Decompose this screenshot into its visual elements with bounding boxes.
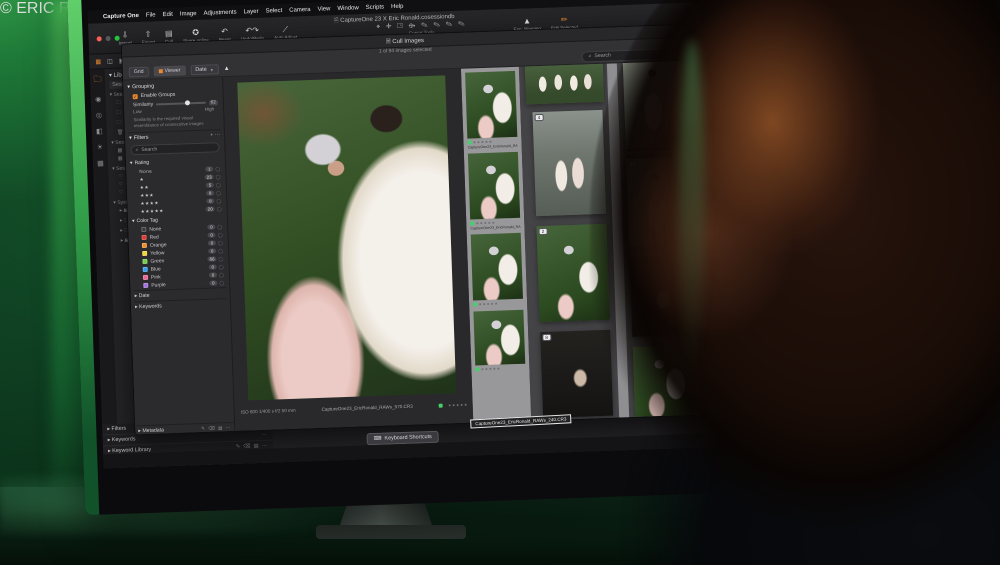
- viewer-info-bar: ISO 800 1/400 s f/2 50 mm CaptureOne23_E…: [241, 402, 467, 415]
- trash-icon: 🗑: [117, 130, 124, 136]
- grid-view-icon[interactable]: ▦: [95, 58, 101, 65]
- reset-icon: ↶: [221, 28, 228, 36]
- document-icon: 🗎: [386, 39, 391, 45]
- exif-readout: ISO 800 1/400 s f/2 50 mm: [241, 408, 296, 415]
- menu-window[interactable]: Window: [337, 5, 359, 12]
- menu-help[interactable]: Help: [391, 3, 404, 9]
- color-swatch: [143, 283, 148, 288]
- edit-selected-icon: ✏: [561, 16, 568, 24]
- group-count-badge: 4: [535, 114, 544, 121]
- thumbnail-photo[interactable]: [471, 233, 523, 301]
- person-rim-light: [679, 40, 705, 370]
- thumbnail-photo[interactable]: [465, 71, 517, 139]
- group-count-badge: 8: [542, 334, 551, 341]
- keyboard-icon: ⌨: [374, 436, 382, 442]
- undo-redo-icon: ↶↷: [245, 27, 259, 35]
- color-swatch: [142, 259, 147, 264]
- section-tools-icons[interactable]: ⋯: [261, 432, 267, 438]
- heart-icon: ♡: [119, 190, 124, 196]
- album-icon: ▦: [117, 148, 122, 154]
- heart-icon: ♡: [118, 174, 123, 180]
- color-swatch: [143, 267, 148, 272]
- group-count-badge: 2: [539, 228, 548, 235]
- person-shoulder: [480, 345, 1000, 565]
- folder-icon: 🗀: [116, 120, 121, 128]
- document-icon: 🗎: [334, 18, 339, 24]
- heart-icon: ♡: [119, 182, 124, 188]
- menu-view[interactable]: View: [317, 6, 330, 12]
- monitor-stand-base: [316, 525, 466, 539]
- similarity-value: 62: [209, 100, 219, 105]
- similarity-high-label: High: [205, 106, 215, 111]
- cull-viewer-toggle[interactable]: Viewer: [153, 65, 185, 76]
- export-icon: ⇧: [145, 31, 152, 39]
- cull-icon: ▤: [165, 30, 173, 38]
- sort-warning-icon: ▲: [224, 66, 230, 72]
- menu-image[interactable]: Image: [180, 10, 197, 17]
- thumbnail-filename: CaptureOne23_EricRonald_RAWs_598.CR3: [468, 144, 518, 150]
- cull-grid-toggle[interactable]: Grid: [129, 67, 149, 78]
- filmstrip-thumbnail[interactable]: [471, 233, 524, 308]
- cull-viewer-area: ISO 800 1/400 s f/2 50 mm CaptureOne23_E…: [223, 69, 473, 433]
- menu-select[interactable]: Select: [265, 7, 282, 14]
- viewer-active-icon: [159, 69, 163, 73]
- selected-photo[interactable]: [237, 75, 456, 400]
- multi-view-icon[interactable]: ◫: [107, 57, 113, 64]
- grouping-panel: ▾ Grouping ✓ Enable Groups Similarity 62…: [123, 77, 235, 435]
- add-filter-icon[interactable]: + ⋯: [210, 132, 220, 138]
- thumbnail-filename: CaptureOne23_EricRonald_RAWs_600.CR3: [470, 225, 520, 231]
- menu-file[interactable]: File: [146, 12, 156, 18]
- menu-edit[interactable]: Edit: [162, 11, 173, 17]
- album-icon: ▦: [118, 156, 123, 162]
- metadata-tools-icons[interactable]: ✎ ⌫ ▤ ⋯: [201, 425, 231, 432]
- thumbnail-photo[interactable]: [468, 152, 520, 220]
- color-swatch: [141, 227, 146, 232]
- chevron-down-icon: ▼: [210, 67, 214, 72]
- rating-dots[interactable]: [447, 402, 467, 408]
- green-color-tag-icon[interactable]: [439, 403, 443, 407]
- filters-header[interactable]: ▾ Filters + ⋯: [128, 130, 221, 143]
- similarity-low-label: Low: [133, 109, 142, 114]
- close-window-button[interactable]: [97, 36, 102, 41]
- filters-search-input[interactable]: ⌕Search: [130, 142, 219, 155]
- filmstrip-thumbnail[interactable]: CaptureOne23_EricRonald_RAWs_600.CR3: [468, 152, 521, 231]
- color-swatch: [142, 251, 147, 256]
- menu-scripts[interactable]: Scripts: [366, 4, 385, 11]
- similarity-slider[interactable]: [156, 102, 205, 106]
- menu-layer[interactable]: Layer: [243, 8, 258, 15]
- search-icon: ⌕: [588, 53, 591, 60]
- color-tab-icon[interactable]: ◧: [96, 127, 103, 135]
- filmstrip-thumbnail[interactable]: CaptureOne23_EricRonald_RAWs_598.CR3: [465, 71, 518, 150]
- folder-icon: 🗀: [116, 110, 121, 118]
- menu-adjustments[interactable]: Adjustments: [203, 9, 236, 16]
- folder-icon: 🗀: [116, 100, 121, 108]
- keywords-filter-section[interactable]: ▸ Keywords: [134, 298, 227, 312]
- traffic-lights[interactable]: [97, 36, 120, 42]
- capture-tab-icon[interactable]: ◉: [95, 95, 101, 103]
- exposure-tab-icon[interactable]: ☀: [97, 143, 104, 151]
- minimize-window-button[interactable]: [106, 36, 111, 41]
- menu-capture-one[interactable]: Capture One: [103, 12, 139, 19]
- cull-sort-select[interactable]: Date▼: [190, 64, 219, 75]
- color-swatch: [142, 235, 147, 240]
- library-tab-icon[interactable]: 🗀: [93, 73, 101, 87]
- viewer-filename: CaptureOne23_EricRonald_RAWs_570.CR3: [300, 403, 435, 413]
- slider-knob[interactable]: [185, 100, 190, 105]
- color-swatch: [142, 243, 147, 248]
- warning-triangle-icon: ▲: [523, 17, 531, 25]
- group-thumbnail[interactable]: [525, 61, 604, 105]
- auto-adjust-icon: ⟋: [282, 26, 288, 34]
- search-icon: ⌕: [135, 147, 138, 153]
- share-icon: ✪: [192, 29, 199, 37]
- color-swatch: [143, 275, 148, 280]
- lens-tab-icon[interactable]: ◎: [96, 111, 102, 119]
- import-icon: ⇩: [122, 31, 129, 39]
- details-tab-icon[interactable]: ▦: [97, 159, 104, 167]
- checkbox-checked-icon: ✓: [133, 94, 138, 99]
- menu-camera[interactable]: Camera: [289, 6, 311, 13]
- rating-dots: [477, 301, 497, 308]
